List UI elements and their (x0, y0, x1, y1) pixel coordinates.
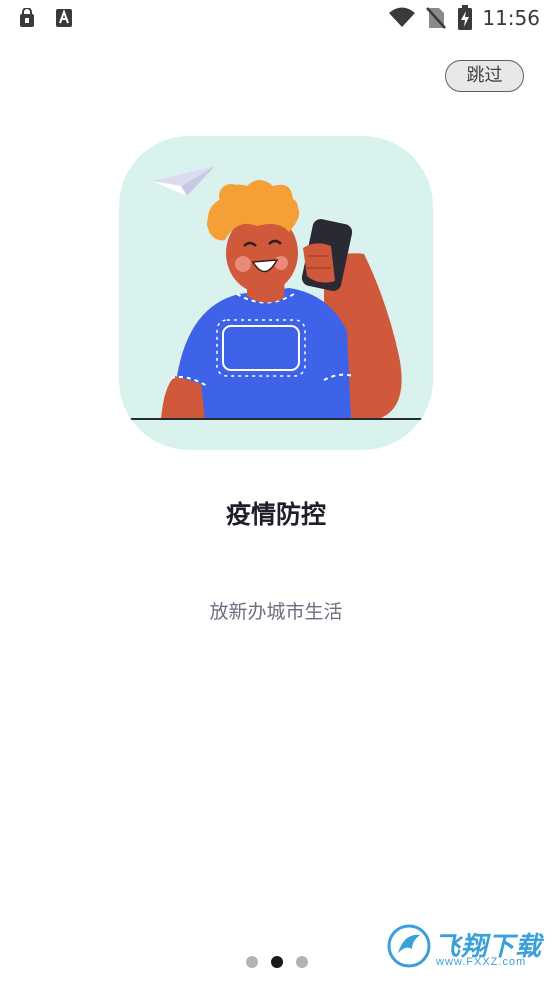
onboarding-illustration (119, 136, 433, 450)
no-sim-icon (426, 6, 446, 34)
battery-charging-icon (457, 5, 473, 35)
page-dot-3[interactable] (296, 956, 308, 968)
status-bar: 11:56 (0, 0, 552, 36)
slide-title: 疫情防控 (225, 500, 326, 529)
page-dot-2[interactable] (271, 956, 283, 968)
watermark-logo: 飞翔下载 www.FXXZ.com (386, 923, 544, 973)
wifi-icon (388, 6, 416, 32)
lock-bag-icon (18, 7, 36, 32)
skip-button[interactable]: 跳过 (445, 60, 524, 92)
watermark-emblem-icon (387, 924, 431, 968)
page-indicator (246, 956, 308, 968)
page-dot-1[interactable] (246, 956, 258, 968)
status-time: 11:56 (482, 6, 540, 30)
onboarding-screen: 11:56 跳过 疫情防控 放新办城市生活 飞翔下载 www.FXXZ.com (0, 0, 552, 983)
watermark-url: www.FXXZ.com (436, 956, 527, 968)
slide-subtitle: 放新办城市生活 (209, 601, 343, 623)
font-a-icon (55, 8, 73, 32)
